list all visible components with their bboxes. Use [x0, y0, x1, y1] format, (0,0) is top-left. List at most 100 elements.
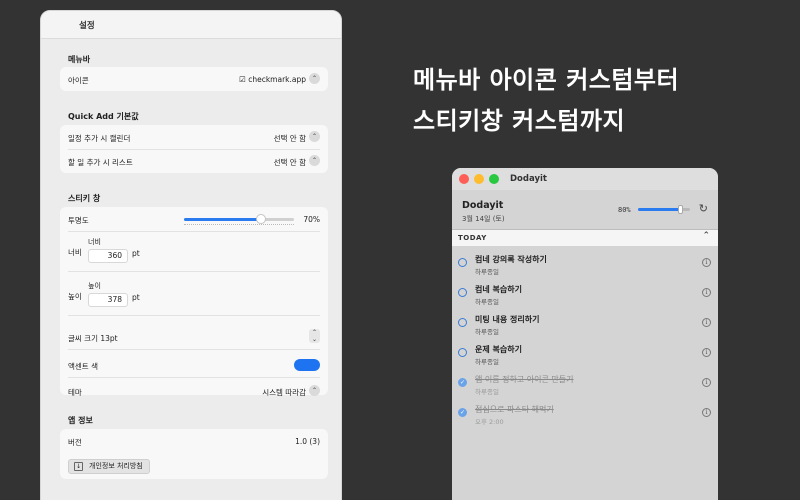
task-name: 컴네 강의록 작성하기 [475, 255, 547, 264]
task-checkbox[interactable] [458, 288, 467, 297]
sticky-card: 투명도 70% 너비 너비 360 pt 높이 높이 378 pt 글씨 크기 … [60, 207, 328, 397]
version-value: 1.0 (3) [295, 437, 320, 446]
task-checkbox[interactable] [458, 258, 467, 267]
close-button[interactable] [459, 174, 469, 184]
chevron-up-icon[interactable]: ⌃ [702, 231, 710, 241]
settings-title: 설정 [79, 21, 95, 31]
dodayit-titlebar: Dodayit [452, 168, 718, 190]
height-unit: pt [132, 293, 140, 302]
task-checkbox[interactable] [458, 318, 467, 327]
task-time: 오후 2:00 [475, 418, 504, 426]
theme-label: 테마 [68, 388, 82, 397]
app-info-heading: 앱 정보 [68, 416, 93, 425]
calendar-popup-icon[interactable]: ⌃ [309, 131, 320, 142]
task-time: 하루종일 [475, 268, 499, 276]
calendar-label: 일정 추가 시 캘린더 [68, 134, 131, 143]
privacy-policy-button[interactable]: ↓ 개인정보 처리방침 [68, 459, 150, 474]
dodayit-volume-slider[interactable] [638, 205, 690, 214]
task-item[interactable]: 미팅 내용 정리하기 하루종일 i [452, 308, 718, 338]
task-checkbox-checked[interactable]: ✓ [458, 408, 467, 417]
task-item-completed[interactable]: ✓ 앱 이름 정하고 아이콘 만들기 하루종일 i [452, 368, 718, 398]
settings-window: 설정 메뉴바 아이콘 ☑ checkmark.app ⌃ Quick Add 기… [40, 10, 342, 500]
width-label: 너비 [68, 248, 82, 257]
task-name: 미팅 내용 정리하기 [475, 315, 540, 324]
dodayit-volume-label: 80% [618, 206, 631, 214]
menubar-icon-row[interactable]: 아이콘 ☑ checkmark.app ⌃ [60, 67, 328, 91]
dodayit-header: Dodayit 3월 14일 (토) 80% ↻ [452, 190, 718, 230]
height-field-label: 높이 [88, 282, 101, 290]
menubar-icon-label: 아이콘 [68, 76, 89, 85]
divider [68, 271, 320, 272]
settings-titlebar: 설정 [41, 11, 341, 39]
hero-line-2: 스티키창 커스텀까지 [413, 107, 626, 135]
menubar-icon-value[interactable]: ☑ checkmark.app [239, 75, 306, 84]
privacy-policy-label: 개인정보 처리방침 [89, 462, 143, 470]
theme-popup-icon[interactable]: ⌃ [309, 385, 320, 396]
info-icon[interactable]: i [702, 408, 711, 417]
opacity-value: 70% [303, 215, 320, 224]
info-icon[interactable]: i [702, 258, 711, 267]
info-icon[interactable]: i [702, 378, 711, 387]
theme-row[interactable]: 테마 시스템 따라감 ⌃ [60, 379, 328, 403]
dodayit-app-name: Dodayit [462, 200, 504, 211]
calendar-row[interactable]: 일정 추가 시 캘린더 선택 안 함 ⌃ [60, 125, 328, 149]
opacity-slider[interactable] [184, 214, 294, 224]
task-name: 앱 이름 정하고 아이콘 만들기 [475, 375, 574, 384]
list-value[interactable]: 선택 안 함 [274, 157, 306, 168]
height-label: 높이 [68, 292, 82, 301]
today-label: TODAY [458, 234, 487, 242]
task-name: 컴네 복습하기 [475, 285, 522, 294]
opacity-label: 투명도 [68, 216, 89, 225]
font-size-stepper[interactable]: ⌃ ⌄ [309, 329, 320, 343]
theme-value[interactable]: 시스템 따라감 [262, 387, 306, 398]
accent-label: 액센트 색 [68, 362, 98, 371]
dodayit-volume-fill [638, 208, 680, 211]
list-row[interactable]: 할 일 추가 시 리스트 선택 안 함 ⌃ [60, 149, 328, 173]
height-input[interactable]: 378 [88, 293, 128, 307]
task-item[interactable]: 운제 복습하기 하루종일 i [452, 338, 718, 368]
task-checkbox-checked[interactable]: ✓ [458, 378, 467, 387]
task-item[interactable]: 컴네 강의록 작성하기 하루종일 i [452, 248, 718, 278]
task-time: 하루종일 [475, 388, 499, 396]
accent-row: 액센트 색 [60, 353, 328, 377]
sticky-heading: 스티키 창 [68, 194, 101, 203]
minimize-button[interactable] [474, 174, 484, 184]
app-info-card: 버전 1.0 (3) ↓ 개인정보 처리방침 [60, 429, 328, 479]
menubar-card: 아이콘 ☑ checkmark.app ⌃ [60, 67, 328, 91]
opacity-slider-ticks [184, 224, 294, 226]
info-icon[interactable]: i [702, 318, 711, 327]
font-size-label: 글씨 크기 13pt [68, 334, 118, 343]
task-item-completed[interactable]: ✓ 점심으로 파스타 해먹기 오후 2:00 i [452, 398, 718, 428]
width-unit: pt [132, 249, 140, 258]
divider [68, 315, 320, 316]
menubar-icon-popup-icon[interactable]: ⌃ [309, 73, 320, 84]
divider [68, 349, 320, 350]
divider [68, 231, 320, 232]
task-time: 하루종일 [475, 298, 499, 306]
task-time: 하루종일 [475, 358, 499, 366]
opacity-slider-fill [184, 218, 261, 221]
download-icon: ↓ [74, 462, 83, 471]
task-checkbox[interactable] [458, 348, 467, 357]
quick-add-card: 일정 추가 시 캘린더 선택 안 함 ⌃ 할 일 추가 시 리스트 선택 안 함… [60, 125, 328, 173]
dodayit-window: Dodayit Dodayit 3월 14일 (토) 80% ↻ TODAY ⌃… [452, 168, 718, 500]
zoom-button[interactable] [489, 174, 499, 184]
dodayit-date: 3월 14일 (토) [462, 215, 505, 223]
refresh-icon[interactable]: ↻ [699, 202, 708, 215]
task-name: 운제 복습하기 [475, 345, 522, 354]
font-size-row: 글씨 크기 13pt ⌃ ⌄ [60, 325, 328, 349]
today-section-header[interactable]: TODAY ⌃ [452, 230, 718, 246]
dodayit-volume-knob[interactable] [677, 205, 683, 214]
list-label: 할 일 추가 시 리스트 [68, 158, 133, 167]
accent-color-well[interactable] [294, 359, 320, 371]
width-field-label: 너비 [88, 238, 101, 246]
version-label: 버전 [68, 438, 82, 447]
opacity-slider-knob[interactable] [256, 214, 266, 224]
width-input[interactable]: 360 [88, 249, 128, 263]
task-time: 하루종일 [475, 328, 499, 336]
info-icon[interactable]: i [702, 288, 711, 297]
info-icon[interactable]: i [702, 348, 711, 357]
calendar-value[interactable]: 선택 안 함 [274, 133, 306, 144]
task-item[interactable]: 컴네 복습하기 하루종일 i [452, 278, 718, 308]
list-popup-icon[interactable]: ⌃ [309, 155, 320, 166]
